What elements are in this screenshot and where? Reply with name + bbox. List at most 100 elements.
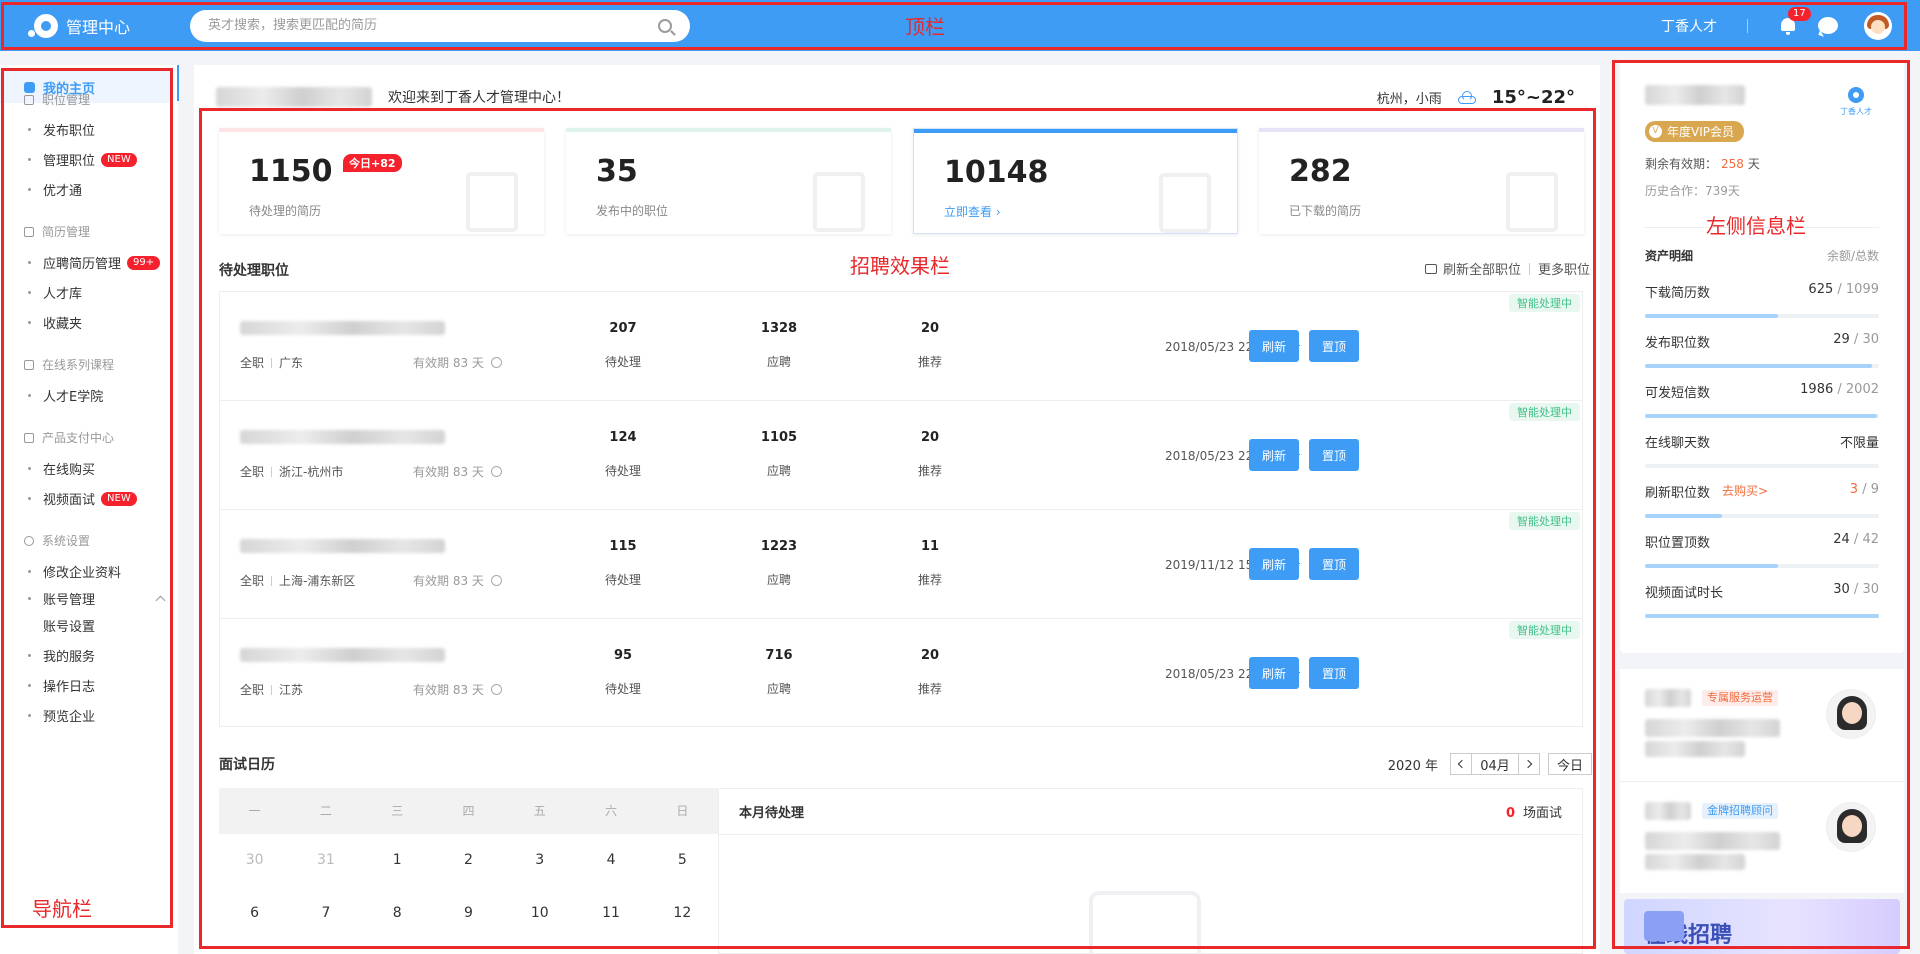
metric-applied[interactable]: 1223 应聘 bbox=[739, 539, 819, 588]
metric-applied[interactable]: 716 应聘 bbox=[739, 648, 819, 697]
stat-card-view[interactable]: 10148 立即查看 › bbox=[913, 128, 1238, 234]
assets-hint: 余额/总数 bbox=[1826, 249, 1879, 263]
sidebar-item-label: 修改企业资料 bbox=[43, 566, 122, 581]
refresh-button[interactable]: 刷新 bbox=[1249, 330, 1299, 362]
calendar-day[interactable]: 8 bbox=[362, 887, 433, 940]
position-name-redacted[interactable] bbox=[240, 539, 445, 553]
sidebar-item-academy[interactable]: 人才E学院 bbox=[28, 386, 103, 405]
today-button[interactable]: 今日 bbox=[1548, 753, 1592, 775]
metric-value: 1223 bbox=[760, 539, 798, 554]
calendar-day[interactable]: 10 bbox=[504, 887, 575, 940]
recruit-advisor-card[interactable]: 金牌招聘顾问 bbox=[1620, 781, 1904, 893]
more-positions-link[interactable]: 更多职位 bbox=[1538, 259, 1590, 278]
pin-top-button[interactable]: 置顶 bbox=[1309, 657, 1359, 689]
calendar-day[interactable]: 12 bbox=[647, 887, 718, 940]
position-name-redacted[interactable] bbox=[240, 430, 445, 444]
prev-month-button[interactable] bbox=[1450, 753, 1472, 775]
asset-name: 职位置顶数 bbox=[1645, 536, 1711, 551]
metric-value: 20 bbox=[920, 321, 940, 336]
operator-name-redacted bbox=[1645, 689, 1691, 707]
position-name-redacted[interactable] bbox=[240, 648, 445, 662]
company-name-link[interactable]: 丁香人才 bbox=[1661, 16, 1717, 36]
position-name-redacted[interactable] bbox=[240, 321, 445, 335]
info-icon[interactable] bbox=[490, 575, 502, 586]
calendar-day[interactable]: 5 bbox=[647, 834, 718, 887]
metric-pending[interactable]: 115 待处理 bbox=[583, 539, 663, 588]
stat-card-pending-resume[interactable]: 1150 今日+82 待处理的简历 bbox=[219, 128, 544, 234]
calendar-day[interactable]: 9 bbox=[433, 887, 504, 940]
top-right-actions: 丁香人才 17 bbox=[1661, 6, 1892, 40]
pin-top-button[interactable]: 置顶 bbox=[1309, 548, 1359, 580]
metric-recommended[interactable]: 20 推荐 bbox=[890, 648, 970, 697]
sidebar-item-account-manage[interactable]: 账号管理 bbox=[28, 589, 95, 608]
service-operator-card[interactable]: 专属服务运营 bbox=[1620, 669, 1904, 781]
info-icon[interactable] bbox=[490, 684, 502, 695]
metric-applied[interactable]: 1328 应聘 bbox=[739, 321, 819, 370]
history-cooperation: 历史合作：739天 bbox=[1645, 184, 1740, 198]
next-month-button[interactable] bbox=[1518, 753, 1540, 775]
sidebar-item-publish[interactable]: 发布职位 bbox=[28, 120, 95, 139]
search-input[interactable] bbox=[208, 18, 658, 33]
search-icon[interactable] bbox=[658, 18, 672, 33]
sidebar-item-youcai[interactable]: 优才通 bbox=[28, 180, 82, 199]
sidebar-item-talent-pool[interactable]: 人才库 bbox=[28, 283, 82, 302]
chat-icon[interactable] bbox=[1818, 17, 1838, 34]
metric-pending[interactable]: 207 待处理 bbox=[583, 321, 663, 370]
metric-recommended[interactable]: 11 推荐 bbox=[890, 539, 970, 588]
job-type: 全职 bbox=[240, 683, 265, 697]
sidebar-item-edit-company[interactable]: 修改企业资料 bbox=[28, 562, 121, 581]
stat-card-active-jobs[interactable]: 35 发布中的职位 bbox=[566, 128, 891, 234]
refresh-button[interactable]: 刷新 bbox=[1249, 439, 1299, 471]
calendar-day[interactable]: 30 bbox=[219, 834, 290, 887]
stat-card-downloaded[interactable]: 282 已下载的简历 bbox=[1259, 128, 1584, 234]
info-icon[interactable] bbox=[490, 466, 502, 477]
sidebar-item-buy-online[interactable]: 在线购买 bbox=[28, 459, 95, 478]
refresh-all-link[interactable]: 刷新全部职位 bbox=[1443, 259, 1521, 278]
pin-top-button[interactable]: 置顶 bbox=[1309, 330, 1359, 362]
sidebar-item-preview-company[interactable]: 预览企业 bbox=[28, 706, 95, 725]
interview-count: 0 场面试 bbox=[1506, 802, 1562, 821]
calendar-day[interactable]: 11 bbox=[575, 887, 646, 940]
calendar-day[interactable]: 7 bbox=[290, 887, 361, 940]
calendar-day[interactable]: 1 bbox=[362, 834, 433, 887]
info-icon[interactable] bbox=[490, 357, 502, 368]
user-avatar[interactable] bbox=[1864, 11, 1892, 40]
online-recruit-banner[interactable]: 在线招聘 bbox=[1624, 899, 1900, 954]
calendar-day[interactable]: 6 bbox=[219, 887, 290, 940]
sidebar-item-account-settings[interactable]: 账号设置 bbox=[43, 616, 95, 635]
asset-progress-fill bbox=[1645, 364, 1872, 368]
month-select[interactable]: 04月 bbox=[1472, 753, 1518, 775]
sidebar-item-op-log[interactable]: 操作日志 bbox=[28, 676, 95, 695]
refresh-button[interactable]: 刷新 bbox=[1249, 657, 1299, 689]
search-box[interactable] bbox=[190, 9, 690, 42]
calendar-day[interactable]: 4 bbox=[575, 834, 646, 887]
monthly-pending-panel: 本月待处理 0 场面试 bbox=[718, 788, 1583, 954]
sidebar-item-apply-resume[interactable]: 应聘简历管理 99+ bbox=[28, 253, 161, 272]
calendar-day[interactable]: 2 bbox=[433, 834, 504, 887]
refresh-icon[interactable] bbox=[1424, 263, 1437, 274]
metric-recommended[interactable]: 20 推荐 bbox=[890, 430, 970, 479]
asset-total: 30 bbox=[1862, 582, 1879, 597]
welcome-text: 欢迎来到丁香人才管理中心！ bbox=[388, 90, 570, 106]
metric-pending[interactable]: 95 待处理 bbox=[583, 648, 663, 697]
app-logo[interactable]: 管理中心 bbox=[26, 12, 186, 40]
sidebar-item-my-services[interactable]: 我的服务 bbox=[28, 646, 95, 665]
metric-pending[interactable]: 124 待处理 bbox=[583, 430, 663, 479]
buy-more-link[interactable]: 去购买> bbox=[1722, 482, 1768, 501]
calendar-day[interactable]: 3 bbox=[504, 834, 575, 887]
sidebar-item-favorites[interactable]: 收藏夹 bbox=[28, 313, 82, 332]
calendar-day[interactable]: 31 bbox=[290, 834, 361, 887]
refresh-button[interactable]: 刷新 bbox=[1249, 548, 1299, 580]
sidebar-item-manage-job[interactable]: 管理职位 NEW bbox=[28, 150, 137, 169]
pin-top-button[interactable]: 置顶 bbox=[1309, 439, 1359, 471]
sidebar-item-video-interview[interactable]: 视频面试 NEW bbox=[28, 489, 137, 508]
chevron-right-icon bbox=[1523, 759, 1533, 769]
notifications-button[interactable]: 17 bbox=[1778, 6, 1811, 37]
metric-value: 20 bbox=[920, 430, 940, 445]
metric-recommended[interactable]: 20 推荐 bbox=[890, 321, 970, 370]
chevron-up-icon[interactable] bbox=[155, 595, 166, 606]
bullet bbox=[28, 291, 31, 294]
metric-applied[interactable]: 1105 应聘 bbox=[739, 430, 819, 479]
divider bbox=[1528, 262, 1530, 275]
view-now-link[interactable]: 立即查看 › bbox=[944, 203, 1001, 220]
